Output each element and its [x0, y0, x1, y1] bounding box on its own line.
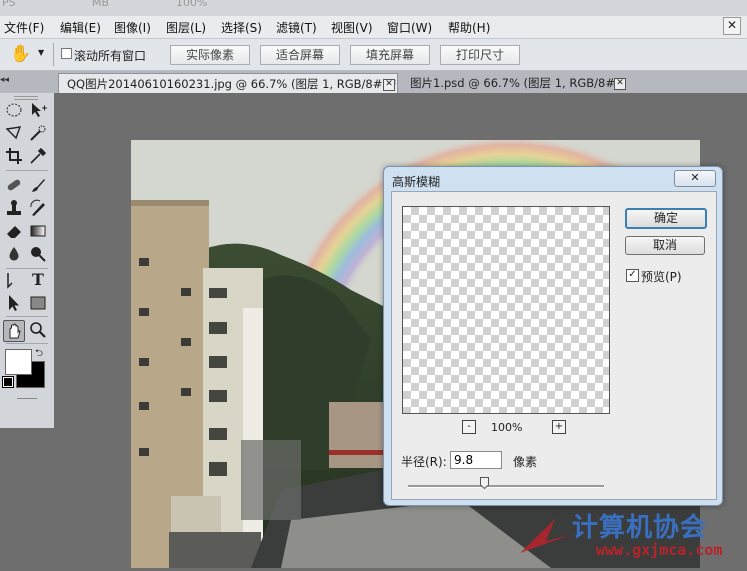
radius-unit: 像素: [513, 455, 538, 469]
foreground-color-swatch[interactable]: [5, 349, 32, 375]
print-size-button[interactable]: 打印尺寸: [440, 45, 520, 65]
preview-checkbox[interactable]: ✓: [626, 269, 639, 282]
menu-view[interactable]: 视图(V): [331, 19, 373, 36]
menu-edit[interactable]: 编辑(E): [60, 19, 101, 36]
spot-healing-brush-icon[interactable]: [4, 175, 24, 195]
mini-bridge-icon[interactable]: MB: [92, 0, 109, 9]
tools-divider: [6, 268, 48, 269]
cancel-button[interactable]: 取消: [625, 236, 705, 255]
default-colors-icon[interactable]: [2, 376, 14, 388]
menu-image[interactable]: 图像(I): [114, 19, 151, 36]
eyedropper-tool-icon[interactable]: [28, 146, 48, 166]
watermark: 计算机协会 www.gxjmca.com: [510, 505, 747, 568]
scroll-all-label: 滚动所有窗口: [74, 49, 147, 63]
menu-select[interactable]: 选择(S): [221, 19, 262, 36]
move-tool-icon[interactable]: [28, 100, 48, 120]
marquee-tool-icon[interactable]: [4, 100, 24, 120]
quick-mask-divider: [17, 398, 37, 399]
path-selection-icon[interactable]: [4, 293, 24, 313]
tab-close-icon[interactable]: ✕: [614, 78, 626, 90]
radius-label: 半径(R):: [401, 455, 447, 469]
preview-zoom-level: 100%: [491, 421, 523, 434]
gradient-tool-icon[interactable]: [28, 221, 48, 241]
lasso-tool-icon[interactable]: [4, 123, 24, 143]
blur-tool-icon[interactable]: [4, 244, 24, 264]
menu-file[interactable]: 文件(F): [4, 19, 44, 36]
ok-button[interactable]: 确定: [625, 208, 707, 229]
rectangle-tool-icon[interactable]: [28, 293, 48, 313]
swap-colors-icon[interactable]: ⮌: [35, 346, 43, 363]
zoom-out-button[interactable]: -: [462, 420, 476, 434]
dodge-tool-icon[interactable]: [28, 244, 48, 264]
tools-divider: [6, 316, 48, 317]
watermark-url: www.gxjmca.com: [596, 541, 723, 559]
preview-label: 预览(P): [641, 270, 682, 284]
crop-tool-icon[interactable]: [4, 146, 24, 166]
tools-divider: [6, 343, 48, 344]
dialog-body: - 100% + 半径(R): 像素 确定 取消 ✓ 预览(P): [391, 191, 717, 500]
scroll-all-checkbox[interactable]: [61, 48, 72, 59]
tab-label: 图片1.psd @ 66.7% (图层 1, RGB/8#): [410, 76, 620, 90]
menu-help[interactable]: 帮助(H): [448, 19, 490, 36]
watermark-text: 计算机协会: [572, 513, 708, 543]
clone-stamp-icon[interactable]: [4, 198, 24, 218]
fit-screen-button[interactable]: 适合屏幕: [260, 45, 340, 65]
hand-tool-icon[interactable]: [3, 320, 25, 342]
title-strip: PS MB 100%: [0, 0, 747, 17]
tool-preset-chevron-icon[interactable]: ▼: [38, 48, 44, 57]
fill-screen-button[interactable]: 填充屏幕: [350, 45, 430, 65]
menu-layer[interactable]: 图层(L): [166, 19, 206, 36]
actual-pixels-button[interactable]: 实际像素: [170, 45, 250, 65]
magic-wand-tool-icon[interactable]: [28, 123, 48, 143]
options-bar: ✋ ▼ 滚动所有窗口 实际像素 适合屏幕 填充屏幕 打印尺寸: [0, 39, 747, 71]
tab-close-icon[interactable]: ✕: [383, 79, 395, 91]
gaussian-blur-dialog: 高斯模糊 ✕ - 100% + 半径(R): 像素 确定 取消 ✓ 预览(P): [383, 166, 723, 506]
tab-qq-image[interactable]: QQ图片20140610160231.jpg @ 66.7% (图层 1, RG…: [58, 73, 398, 93]
history-brush-icon[interactable]: [28, 198, 48, 218]
menu-window[interactable]: 窗口(W): [387, 19, 432, 36]
radius-slider-thumb[interactable]: [480, 477, 490, 489]
menu-bar: 文件(F) 编辑(E) 图像(I) 图层(L) 选择(S) 滤镜(T) 视图(V…: [0, 16, 747, 39]
tab-label: QQ图片20140610160231.jpg @ 66.7% (图层 1, RG…: [67, 77, 397, 91]
document-tab-bar: ◂◂ QQ图片20140610160231.jpg @ 66.7% (图层 1,…: [0, 71, 747, 94]
tools-divider: [6, 170, 48, 171]
window-close-icon[interactable]: ✕: [723, 17, 741, 35]
zoom-readout: 100%: [176, 0, 208, 9]
dialog-close-icon[interactable]: ✕: [674, 170, 716, 187]
pen-tool-icon[interactable]: [4, 270, 24, 290]
menu-filter[interactable]: 滤镜(T): [276, 19, 317, 36]
eraser-tool-icon[interactable]: [4, 221, 24, 241]
radius-slider-track[interactable]: [408, 485, 604, 488]
app-logo: PS: [2, 0, 16, 9]
options-divider: [53, 43, 54, 66]
dialog-title: 高斯模糊: [392, 175, 441, 189]
tools-panel: T ⮌: [0, 93, 55, 428]
brush-tool-icon[interactable]: [28, 175, 48, 195]
zoom-in-button[interactable]: +: [552, 420, 566, 434]
tab-psd-image[interactable]: 图片1.psd @ 66.7% (图层 1, RGB/8#) ✕: [402, 73, 628, 93]
type-tool-icon[interactable]: T: [28, 270, 48, 290]
zoom-tool-icon[interactable]: [28, 320, 48, 340]
blur-preview[interactable]: [402, 206, 610, 414]
panel-collapse-icon[interactable]: ◂◂: [0, 75, 9, 85]
radius-input[interactable]: [450, 451, 502, 469]
hand-tool-icon[interactable]: ✋: [10, 44, 31, 64]
